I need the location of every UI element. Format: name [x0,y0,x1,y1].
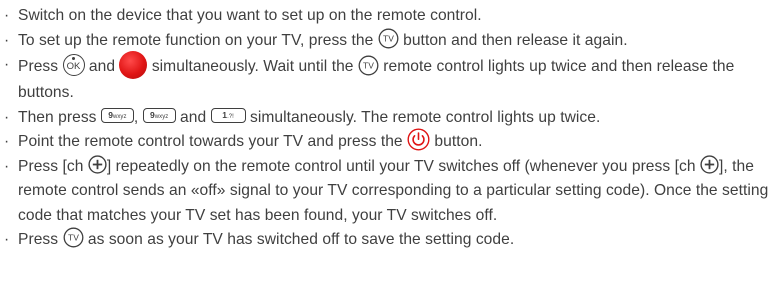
tv-button-icon: TV [358,55,379,76]
step-text: and [84,58,120,76]
list-bullet: · [4,56,10,73]
step-text: and [175,108,211,126]
key-letters: wxyz [154,113,169,120]
step-text: Press [18,58,63,76]
list-bullet: · [4,157,10,175]
step-text: Press [18,231,63,248]
red-button-icon [119,51,148,79]
ok-indicator-dot [72,57,75,60]
step-text: button and then release it again. [398,31,628,49]
key-9-wxyz-icon: 9wxyz [142,107,176,123]
key-symbols: .?! [227,113,234,120]
ok-button-label: OK [66,61,81,72]
list-bullet: · [4,231,10,248]
step-press-keys: · Then press 9wxyz, 9wxyz and 1.?! simul… [4,106,776,131]
step-text: Switch on the device that you want to se… [18,7,482,24]
step-text: as soon as your TV has switched off to s… [83,231,515,248]
step-press-ok-and-red: · Press OK and simultaneously. Wait unti… [4,51,776,106]
channel-plus-icon [700,155,719,174]
list-bullet: · [4,31,10,49]
key-9-wxyz-icon: 9wxyz [100,107,134,123]
step-text: button. [430,133,483,150]
step-text: Point the remote control towards your TV… [18,133,408,150]
list-bullet: · [4,133,10,150]
step-text: Then press [18,108,101,126]
step-text: , [133,108,143,126]
tv-button-label: TV [363,60,374,70]
instructions-page: · Switch on the device that you want to … [0,0,776,289]
key-letters: wxyz [113,113,127,120]
channel-plus-icon [88,155,107,174]
step-text: ] repeatedly on the remote control until… [106,157,700,175]
step-text: Press [ch [18,157,88,175]
tv-button-label: TV [383,33,394,43]
tv-button-icon: TV [63,227,84,248]
key-1-icon: 1.?! [210,107,246,123]
step-save-code: · Press TV as soon as your TV has switch… [4,227,776,253]
tv-button-label: TV [68,233,79,243]
step-press-channel-plus: · Press [ch ] repeatedly on the remote c… [4,155,776,229]
list-bullet: · [4,7,10,24]
ok-button-icon: OK [62,54,85,76]
step-switch-on-device: · Switch on the device that you want to … [4,4,776,29]
step-text: To set up the remote function on your TV… [18,31,378,49]
step-press-tv: · To set up the remote function on your … [4,28,776,54]
step-press-power: · Point the remote control towards your … [4,128,776,155]
tv-button-icon: TV [378,28,399,49]
step-text: simultaneously. Wait until the [147,58,358,76]
setup-steps-list: · Switch on the device that you want to … [0,4,776,253]
power-button-icon [407,128,430,151]
step-text: simultaneously. The remote control light… [245,108,601,126]
list-bullet: · [4,108,10,126]
